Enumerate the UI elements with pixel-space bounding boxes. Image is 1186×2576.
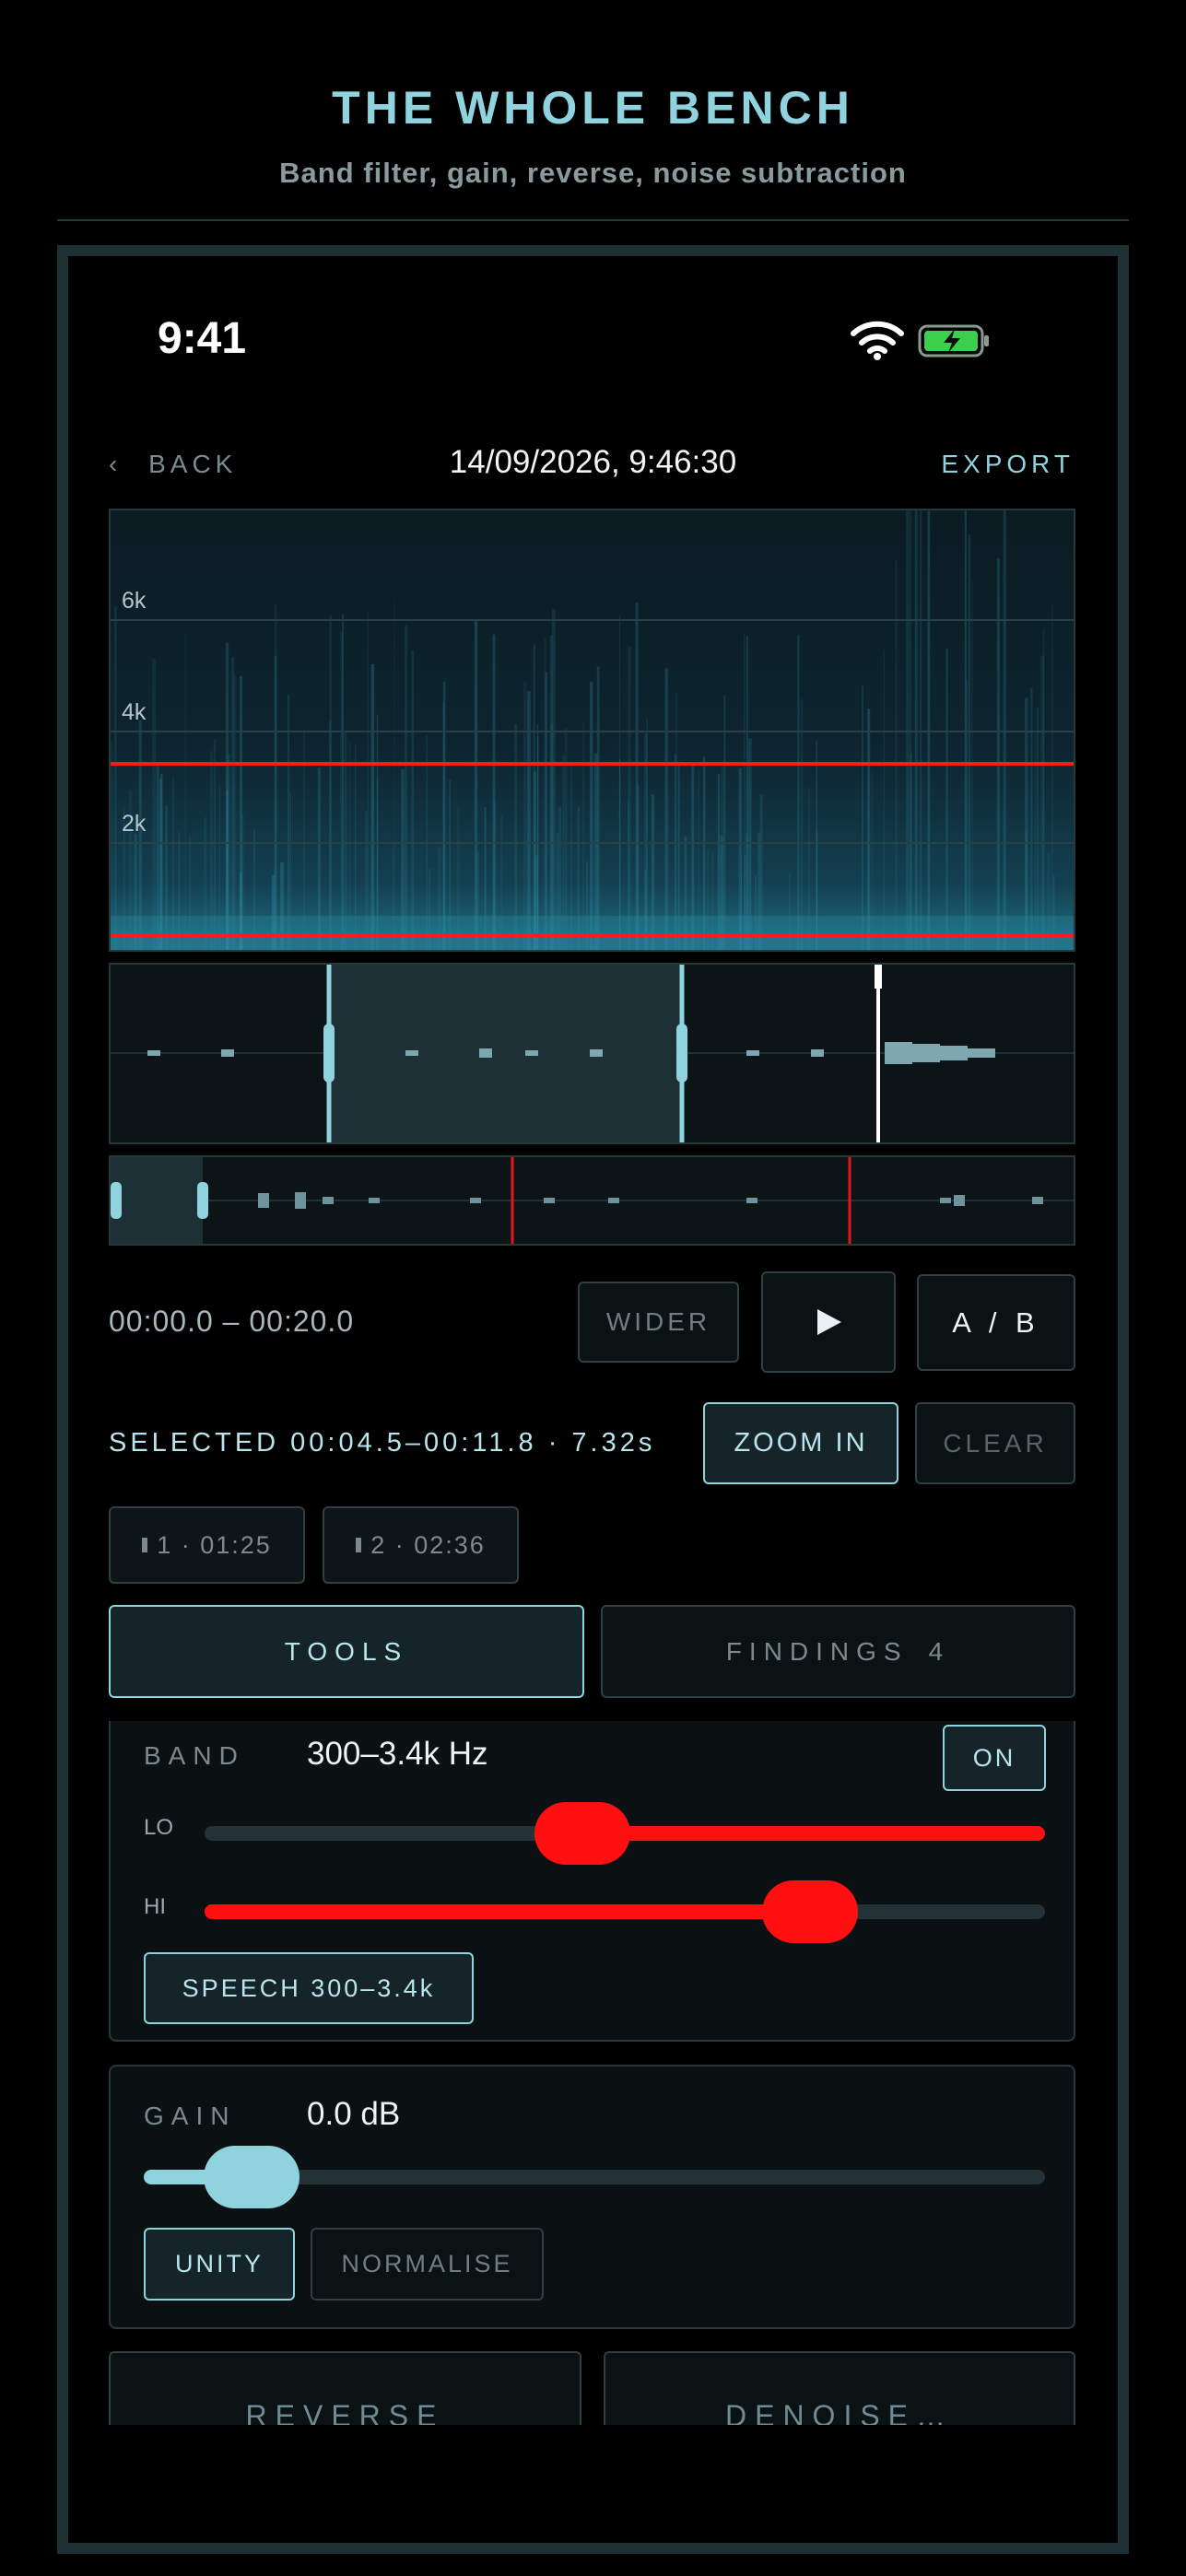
- bookmark-icon: [356, 1538, 362, 1552]
- normalise-button[interactable]: NORMALISE: [311, 2228, 544, 2301]
- play-button[interactable]: [761, 1271, 896, 1373]
- waveform-canvas: [111, 965, 1074, 1142]
- reverse-button[interactable]: REVERSE: [109, 2351, 581, 2425]
- unity-button[interactable]: UNITY: [144, 2228, 295, 2301]
- visible-range: 00:00.0 – 00:20.0: [109, 1305, 355, 1338]
- tab-findings-label: FINDINGS: [725, 1636, 909, 1666]
- chevron-left-icon: ‹: [109, 450, 123, 478]
- selection-info: SELECTED 00:04.5–00:11.8 · 7.32s: [109, 1428, 656, 1458]
- export-button[interactable]: EXPORT: [922, 450, 1074, 479]
- tab-findings[interactable]: FINDINGS 4: [601, 1605, 1075, 1698]
- slider-thumb[interactable]: [761, 1880, 858, 1943]
- waveform-view[interactable]: [109, 963, 1075, 1144]
- wider-button[interactable]: WIDER: [578, 1282, 739, 1363]
- band-filter-panel: BAND 300–3.4k Hz ON LO HI SPEECH 300–3.4…: [109, 1721, 1075, 2042]
- battery-charging-icon: [918, 324, 989, 357]
- wifi-icon: [851, 321, 904, 360]
- hi-label: HI: [144, 1894, 166, 1919]
- bookmark-chip-2[interactable]: 2 · 02:36: [323, 1506, 519, 1584]
- play-icon: [817, 1309, 841, 1335]
- clear-button[interactable]: CLEAR: [915, 1402, 1075, 1484]
- bookmark-chip-1[interactable]: 1 · 01:25: [109, 1506, 305, 1584]
- recording-title: 14/09/2026, 9:46:30: [449, 444, 737, 480]
- zoom-in-button[interactable]: ZOOM IN: [703, 1402, 898, 1484]
- ab-compare-button[interactable]: A / B: [917, 1274, 1075, 1371]
- status-time: 9:41: [158, 314, 247, 363]
- page-title: THE WHOLE BENCH: [332, 82, 854, 134]
- back-button[interactable]: ‹ BACK: [109, 450, 237, 479]
- spectrogram[interactable]: 6k 4k 2k: [109, 509, 1075, 952]
- slider-fill: [205, 1904, 810, 1919]
- bookmark-label: 2 · 02:36: [370, 1530, 486, 1559]
- overview-minimap[interactable]: [109, 1155, 1075, 1246]
- tools-scroll-area[interactable]: BAND 300–3.4k Hz ON LO HI SPEECH 300–3.4…: [68, 1721, 1118, 2425]
- header-divider: [57, 219, 1129, 221]
- band-toggle-button[interactable]: ON: [943, 1725, 1046, 1791]
- gain-label: GAIN: [144, 2102, 237, 2130]
- slider-thumb[interactable]: [534, 1802, 631, 1865]
- slider-fill: [582, 1826, 1045, 1841]
- bookmark-label: 1 · 01:25: [157, 1530, 272, 1559]
- lo-label: LO: [144, 1815, 174, 1840]
- band-lo-slider[interactable]: [205, 1802, 1045, 1865]
- freq-label-6k: 6k: [122, 588, 147, 614]
- page-subtitle: Band filter, gain, reverse, noise subtra…: [279, 157, 907, 189]
- tab-tools[interactable]: TOOLS: [109, 1605, 584, 1698]
- band-hi-slider[interactable]: [205, 1880, 1045, 1943]
- gain-slider[interactable]: [144, 2146, 1045, 2208]
- spectrogram-canvas: [111, 510, 1074, 950]
- back-label: BACK: [148, 450, 238, 478]
- gain-value: 0.0 dB: [307, 2096, 401, 2132]
- slider-thumb[interactable]: [204, 2146, 300, 2208]
- band-value: 300–3.4k Hz: [307, 1736, 488, 1772]
- freq-label-2k: 2k: [122, 811, 147, 837]
- gain-panel: GAIN 0.0 dB UNITY NORMALISE: [109, 2065, 1075, 2329]
- minimap-canvas: [111, 1157, 1074, 1244]
- freq-label-4k: 4k: [122, 699, 147, 725]
- denoise-button[interactable]: DENOISE…: [604, 2351, 1075, 2425]
- speech-preset-button[interactable]: SPEECH 300–3.4k: [144, 1952, 474, 2024]
- bookmark-icon: [142, 1538, 148, 1552]
- band-label: BAND: [144, 1741, 245, 1770]
- findings-count-badge: 4: [928, 1636, 951, 1666]
